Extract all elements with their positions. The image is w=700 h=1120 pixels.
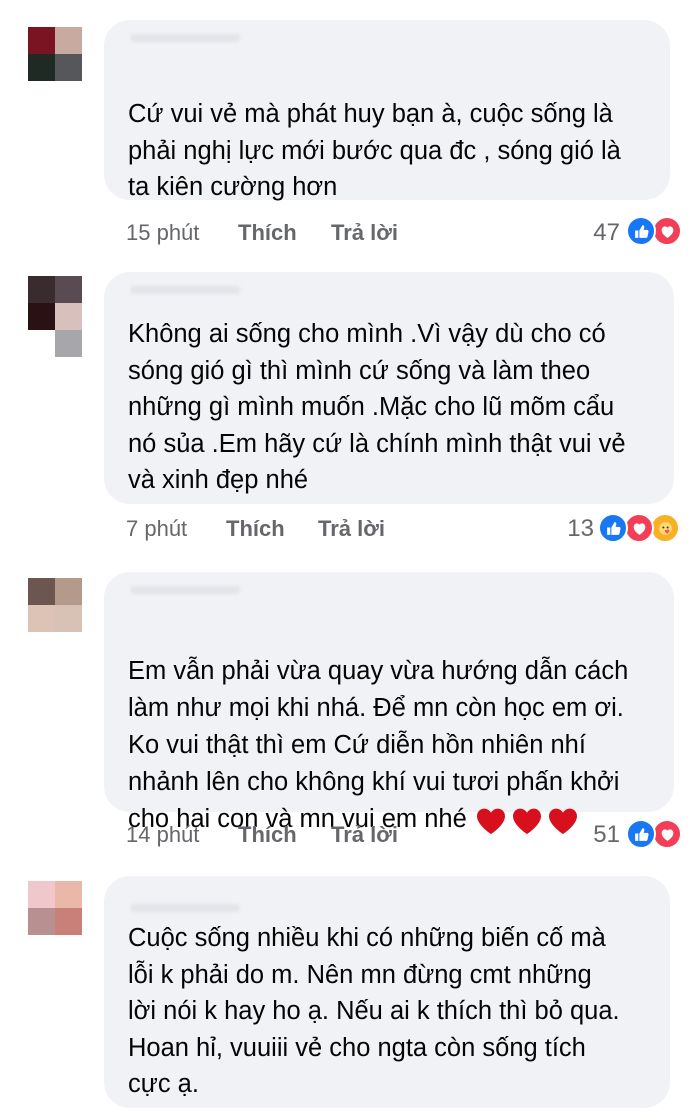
love-icon	[652, 819, 682, 849]
comment-actions: 7 phút Thích Trả lời	[126, 516, 426, 550]
avatar-tile	[55, 276, 82, 303]
reaction-icons[interactable]	[626, 819, 686, 849]
comment-text: Không ai sống cho mình .Vì vậy dù cho có…	[128, 320, 626, 494]
avatar[interactable]	[28, 578, 82, 632]
avatar-tile	[55, 605, 82, 632]
reaction-count[interactable]: 51	[580, 821, 620, 849]
reply-button[interactable]: Trả lời	[331, 220, 398, 246]
avatar-tile	[55, 881, 82, 908]
avatar-tile	[55, 54, 82, 81]
comment-bubble[interactable]: Cứ vui vẻ mà phát huy bạn à, cuộc sống l…	[104, 20, 670, 201]
avatar[interactable]	[28, 276, 82, 357]
reply-button[interactable]: Trả lời	[318, 516, 385, 542]
comment-bubble[interactable]: Không ai sống cho mình .Vì vậy dù cho có…	[104, 272, 674, 504]
author-name-blurred	[130, 586, 240, 594]
heart-emoji-icon	[512, 808, 541, 835]
avatar-tile	[55, 908, 82, 935]
heart-emojis	[475, 802, 583, 839]
avatar-tile	[55, 27, 82, 54]
avatar-tile	[28, 881, 55, 908]
reaction-icons[interactable]	[598, 513, 688, 543]
like-icon	[598, 513, 628, 543]
reply-button[interactable]: Trả lời	[331, 822, 398, 848]
heart-emoji-icon	[476, 808, 505, 835]
avatar-tile	[55, 303, 82, 330]
like-button[interactable]: Thích	[238, 822, 297, 848]
reaction-icons[interactable]	[626, 216, 686, 246]
comment-text: Cứ vui vẻ mà phát huy bạn à, cuộc sống l…	[128, 100, 621, 201]
avatar-tile	[28, 303, 55, 330]
avatar-tile	[55, 578, 82, 605]
comment-text: Em vẫn phải vừa quay vừa hướng dẫn cách …	[104, 616, 674, 839]
comment-time[interactable]: 15 phút	[126, 220, 199, 246]
love-icon	[652, 216, 682, 246]
avatar[interactable]	[28, 27, 82, 81]
comment-actions: 15 phút Thích Trả lời	[126, 220, 426, 254]
like-icon	[626, 819, 656, 849]
avatar-tile	[28, 54, 55, 81]
reaction-count[interactable]: 13	[554, 515, 594, 543]
love-icon	[624, 513, 654, 543]
comment-time[interactable]: 14 phút	[126, 822, 199, 848]
comment-text: Cuộc sống nhiều khi có những biến cố mà …	[128, 924, 620, 1098]
avatar-tile	[28, 605, 55, 632]
comment-actions: 14 phút Thích Trả lời	[126, 822, 426, 856]
heart-emoji-icon	[548, 808, 577, 835]
comment-bubble[interactable]: Em vẫn phải vừa quay vừa hướng dẫn cách …	[104, 572, 674, 835]
author-name-blurred	[130, 286, 240, 294]
author-name-blurred	[130, 904, 240, 912]
avatar-tile	[28, 276, 55, 303]
avatar-tile	[28, 330, 55, 357]
reaction-count[interactable]: 47	[580, 219, 620, 247]
avatar-tile	[55, 330, 82, 357]
avatar-tile	[28, 578, 55, 605]
like-button[interactable]: Thích	[226, 516, 285, 542]
like-button[interactable]: Thích	[238, 220, 297, 246]
avatar[interactable]	[28, 881, 82, 935]
avatar-tile	[28, 908, 55, 935]
care-icon	[650, 513, 680, 543]
avatar-tile	[28, 27, 55, 54]
author-name-blurred	[130, 34, 240, 42]
comment-bubble[interactable]: Cuộc sống nhiều khi có những biến cố mà …	[104, 876, 670, 1108]
like-icon	[626, 216, 656, 246]
comment-time[interactable]: 7 phút	[126, 516, 187, 542]
